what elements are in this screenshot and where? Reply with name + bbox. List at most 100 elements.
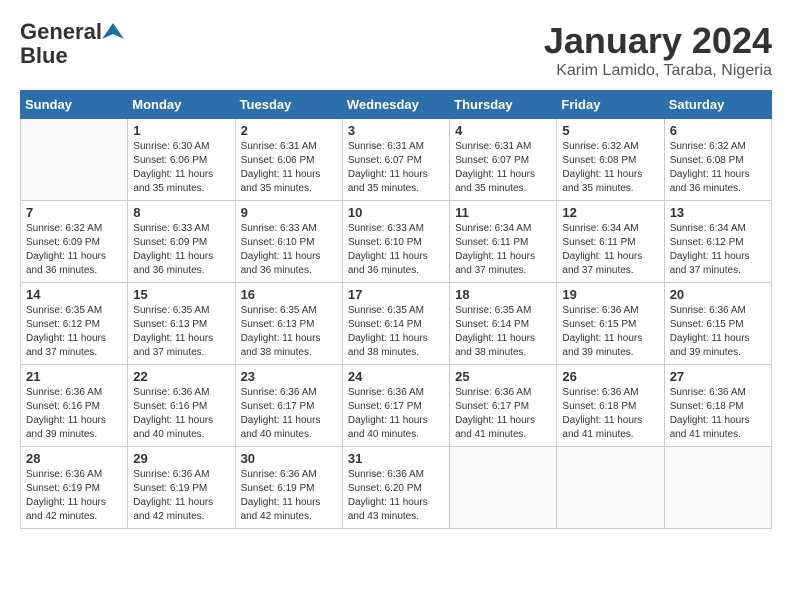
- day-info: Sunrise: 6:34 AM Sunset: 6:11 PM Dayligh…: [562, 222, 658, 278]
- day-info: Sunrise: 6:36 AM Sunset: 6:18 PM Dayligh…: [562, 386, 658, 442]
- day-cell: 30 Sunrise: 6:36 AM Sunset: 6:19 PM Dayli…: [235, 447, 342, 529]
- day-info: Sunrise: 6:35 AM Sunset: 6:13 PM Dayligh…: [133, 304, 229, 360]
- day-cell: 14 Sunrise: 6:35 AM Sunset: 6:12 PM Dayli…: [21, 283, 128, 365]
- day-number: 5: [562, 123, 658, 138]
- day-number: 29: [133, 451, 229, 466]
- day-info: Sunrise: 6:36 AM Sunset: 6:19 PM Dayligh…: [133, 468, 229, 524]
- calendar-table: SundayMondayTuesdayWednesdayThursdayFrid…: [20, 90, 772, 529]
- day-cell: 19 Sunrise: 6:36 AM Sunset: 6:15 PM Dayli…: [557, 283, 664, 365]
- day-cell: 17 Sunrise: 6:35 AM Sunset: 6:14 PM Dayli…: [342, 283, 449, 365]
- week-row-1: 1Sunrise: 6:30 AM Sunset: 6:06 PM Daylig…: [21, 119, 772, 201]
- day-info: Sunrise: 6:34 AM Sunset: 6:11 PM Dayligh…: [455, 222, 551, 278]
- day-number: 4: [455, 123, 551, 138]
- logo-text-general: General: [20, 20, 102, 44]
- day-number: 30: [241, 451, 337, 466]
- day-number: 10: [348, 205, 444, 220]
- day-info: Sunrise: 6:36 AM Sunset: 6:19 PM Dayligh…: [241, 468, 337, 524]
- day-cell: 6Sunrise: 6:32 AM Sunset: 6:08 PM Daylig…: [664, 119, 771, 201]
- day-cell: 25 Sunrise: 6:36 AM Sunset: 6:17 PM Dayli…: [450, 365, 557, 447]
- day-cell: [557, 447, 664, 529]
- day-number: 14: [26, 287, 122, 302]
- day-cell: 11 Sunrise: 6:34 AM Sunset: 6:11 PM Dayli…: [450, 201, 557, 283]
- day-number: 22: [133, 369, 229, 384]
- day-info: Sunrise: 6:35 AM Sunset: 6:14 PM Dayligh…: [348, 304, 444, 360]
- day-cell: [450, 447, 557, 529]
- day-info: Sunrise: 6:35 AM Sunset: 6:13 PM Dayligh…: [241, 304, 337, 360]
- day-cell: 8 Sunrise: 6:33 AM Sunset: 6:09 PM Daylig…: [128, 201, 235, 283]
- day-cell: 29 Sunrise: 6:36 AM Sunset: 6:19 PM Dayli…: [128, 447, 235, 529]
- day-info: Sunrise: 6:36 AM Sunset: 6:17 PM Dayligh…: [348, 386, 444, 442]
- day-number: 2: [241, 123, 337, 138]
- day-info: Sunrise: 6:31 AM Sunset: 6:06 PM Dayligh…: [241, 140, 337, 196]
- day-info: Sunrise: 6:36 AM Sunset: 6:16 PM Dayligh…: [26, 386, 122, 442]
- day-number: 21: [26, 369, 122, 384]
- day-number: 13: [670, 205, 766, 220]
- day-number: 19: [562, 287, 658, 302]
- day-cell: 4 Sunrise: 6:31 AM Sunset: 6:07 PM Daylig…: [450, 119, 557, 201]
- day-info: Sunrise: 6:35 AM Sunset: 6:14 PM Dayligh…: [455, 304, 551, 360]
- day-cell: 1Sunrise: 6:30 AM Sunset: 6:06 PM Daylig…: [128, 119, 235, 201]
- week-row-3: 14 Sunrise: 6:35 AM Sunset: 6:12 PM Dayli…: [21, 283, 772, 365]
- day-cell: 7 Sunrise: 6:32 AM Sunset: 6:09 PM Daylig…: [21, 201, 128, 283]
- day-info: Sunrise: 6:32 AM Sunset: 6:08 PM Dayligh…: [670, 140, 766, 196]
- day-cell: 15Sunrise: 6:35 AM Sunset: 6:13 PM Dayli…: [128, 283, 235, 365]
- day-number: 1: [133, 123, 229, 138]
- col-header-friday: Friday: [557, 91, 664, 119]
- day-cell: 9Sunrise: 6:33 AM Sunset: 6:10 PM Daylig…: [235, 201, 342, 283]
- day-cell: 31 Sunrise: 6:36 AM Sunset: 6:20 PM Dayli…: [342, 447, 449, 529]
- week-row-4: 21 Sunrise: 6:36 AM Sunset: 6:16 PM Dayli…: [21, 365, 772, 447]
- day-number: 7: [26, 205, 122, 220]
- col-header-monday: Monday: [128, 91, 235, 119]
- col-header-sunday: Sunday: [21, 91, 128, 119]
- day-number: 26: [562, 369, 658, 384]
- day-cell: 16 Sunrise: 6:35 AM Sunset: 6:13 PM Dayli…: [235, 283, 342, 365]
- title-section: January 2024 Karim Lamido, Taraba, Niger…: [544, 20, 772, 80]
- day-info: Sunrise: 6:35 AM Sunset: 6:12 PM Dayligh…: [26, 304, 122, 360]
- day-cell: 23Sunrise: 6:36 AM Sunset: 6:17 PM Dayli…: [235, 365, 342, 447]
- day-info: Sunrise: 6:31 AM Sunset: 6:07 PM Dayligh…: [455, 140, 551, 196]
- day-info: Sunrise: 6:33 AM Sunset: 6:10 PM Dayligh…: [348, 222, 444, 278]
- month-title: January 2024: [544, 20, 772, 62]
- day-number: 24: [348, 369, 444, 384]
- calendar-body: 1Sunrise: 6:30 AM Sunset: 6:06 PM Daylig…: [21, 119, 772, 529]
- day-number: 25: [455, 369, 551, 384]
- day-number: 31: [348, 451, 444, 466]
- day-info: Sunrise: 6:32 AM Sunset: 6:08 PM Dayligh…: [562, 140, 658, 196]
- day-info: Sunrise: 6:36 AM Sunset: 6:17 PM Dayligh…: [455, 386, 551, 442]
- day-info: Sunrise: 6:31 AM Sunset: 6:07 PM Dayligh…: [348, 140, 444, 196]
- col-header-saturday: Saturday: [664, 91, 771, 119]
- day-cell: 10 Sunrise: 6:33 AM Sunset: 6:10 PM Dayli…: [342, 201, 449, 283]
- day-cell: 26 Sunrise: 6:36 AM Sunset: 6:18 PM Dayli…: [557, 365, 664, 447]
- day-cell: 12 Sunrise: 6:34 AM Sunset: 6:11 PM Dayli…: [557, 201, 664, 283]
- day-number: 28: [26, 451, 122, 466]
- week-row-5: 28 Sunrise: 6:36 AM Sunset: 6:19 PM Dayli…: [21, 447, 772, 529]
- day-cell: [664, 447, 771, 529]
- day-info: Sunrise: 6:36 AM Sunset: 6:15 PM Dayligh…: [562, 304, 658, 360]
- day-cell: 18Sunrise: 6:35 AM Sunset: 6:14 PM Dayli…: [450, 283, 557, 365]
- day-info: Sunrise: 6:36 AM Sunset: 6:18 PM Dayligh…: [670, 386, 766, 442]
- logo: General Blue: [20, 20, 124, 68]
- day-info: Sunrise: 6:32 AM Sunset: 6:09 PM Dayligh…: [26, 222, 122, 278]
- day-cell: 21 Sunrise: 6:36 AM Sunset: 6:16 PM Dayli…: [21, 365, 128, 447]
- page-header: General Blue January 2024 Karim Lamido, …: [20, 20, 772, 80]
- day-number: 16: [241, 287, 337, 302]
- day-number: 11: [455, 205, 551, 220]
- logo-text-blue: Blue: [20, 43, 68, 68]
- day-cell: 20Sunrise: 6:36 AM Sunset: 6:15 PM Dayli…: [664, 283, 771, 365]
- day-number: 8: [133, 205, 229, 220]
- day-info: Sunrise: 6:33 AM Sunset: 6:10 PM Dayligh…: [241, 222, 337, 278]
- day-info: Sunrise: 6:36 AM Sunset: 6:20 PM Dayligh…: [348, 468, 444, 524]
- col-header-wednesday: Wednesday: [342, 91, 449, 119]
- day-cell: 28Sunrise: 6:36 AM Sunset: 6:19 PM Dayli…: [21, 447, 128, 529]
- day-info: Sunrise: 6:33 AM Sunset: 6:09 PM Dayligh…: [133, 222, 229, 278]
- day-info: Sunrise: 6:36 AM Sunset: 6:17 PM Dayligh…: [241, 386, 337, 442]
- day-info: Sunrise: 6:34 AM Sunset: 6:12 PM Dayligh…: [670, 222, 766, 278]
- week-row-2: 7 Sunrise: 6:32 AM Sunset: 6:09 PM Daylig…: [21, 201, 772, 283]
- day-cell: 13 Sunrise: 6:34 AM Sunset: 6:12 PM Dayli…: [664, 201, 771, 283]
- day-info: Sunrise: 6:36 AM Sunset: 6:15 PM Dayligh…: [670, 304, 766, 360]
- day-number: 17: [348, 287, 444, 302]
- day-number: 12: [562, 205, 658, 220]
- day-number: 27: [670, 369, 766, 384]
- day-cell: 27 Sunrise: 6:36 AM Sunset: 6:18 PM Dayli…: [664, 365, 771, 447]
- day-info: Sunrise: 6:36 AM Sunset: 6:16 PM Dayligh…: [133, 386, 229, 442]
